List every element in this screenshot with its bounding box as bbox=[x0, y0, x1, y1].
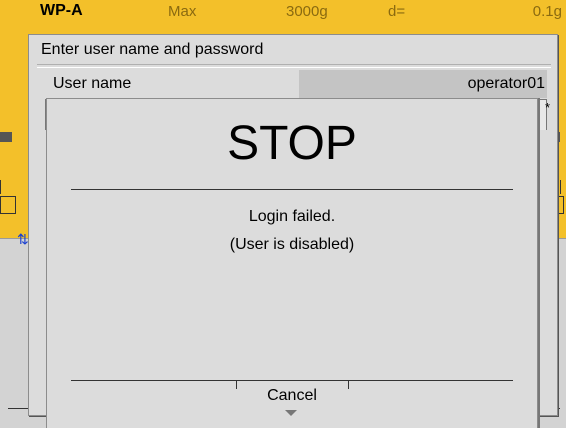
bg-fragment bbox=[560, 180, 561, 194]
login-dialog-title: Enter user name and password bbox=[41, 41, 264, 58]
bg-fragment bbox=[0, 180, 1, 194]
bg-fragment bbox=[0, 196, 16, 214]
max-capacity: 3000g bbox=[286, 3, 328, 20]
divider bbox=[37, 67, 551, 68]
softkey-separator bbox=[348, 381, 349, 389]
user-name-value: operator01 bbox=[467, 75, 545, 92]
division-value: 0.1g bbox=[532, 3, 562, 20]
bg-fragment bbox=[8, 408, 28, 409]
stop-title: STOP bbox=[227, 117, 357, 170]
balance-model: WP-A bbox=[40, 2, 83, 19]
error-reason: (User is disabled) bbox=[229, 236, 355, 253]
max-label: Max bbox=[168, 3, 197, 20]
status-bar: WP-A Max 3000g d= 0.1g bbox=[0, 0, 566, 20]
cancel-label: Cancel bbox=[267, 387, 317, 404]
stop-dialog: STOP Login failed. (User is disabled) Ca… bbox=[46, 98, 538, 428]
softkey-divider bbox=[71, 380, 513, 381]
cancel-button[interactable]: Cancel bbox=[236, 384, 348, 424]
usb-icon: ⇅ bbox=[17, 231, 29, 247]
bg-fragment bbox=[0, 132, 12, 142]
password-mask: * bbox=[544, 100, 550, 115]
user-name-label: User name bbox=[53, 75, 132, 92]
error-message: Login failed. bbox=[248, 208, 336, 225]
user-name-field[interactable]: operator01 bbox=[299, 70, 547, 98]
divider bbox=[37, 64, 551, 65]
division-label: d= bbox=[388, 3, 406, 20]
arrow-down-icon bbox=[285, 410, 297, 416]
divider bbox=[71, 189, 513, 190]
